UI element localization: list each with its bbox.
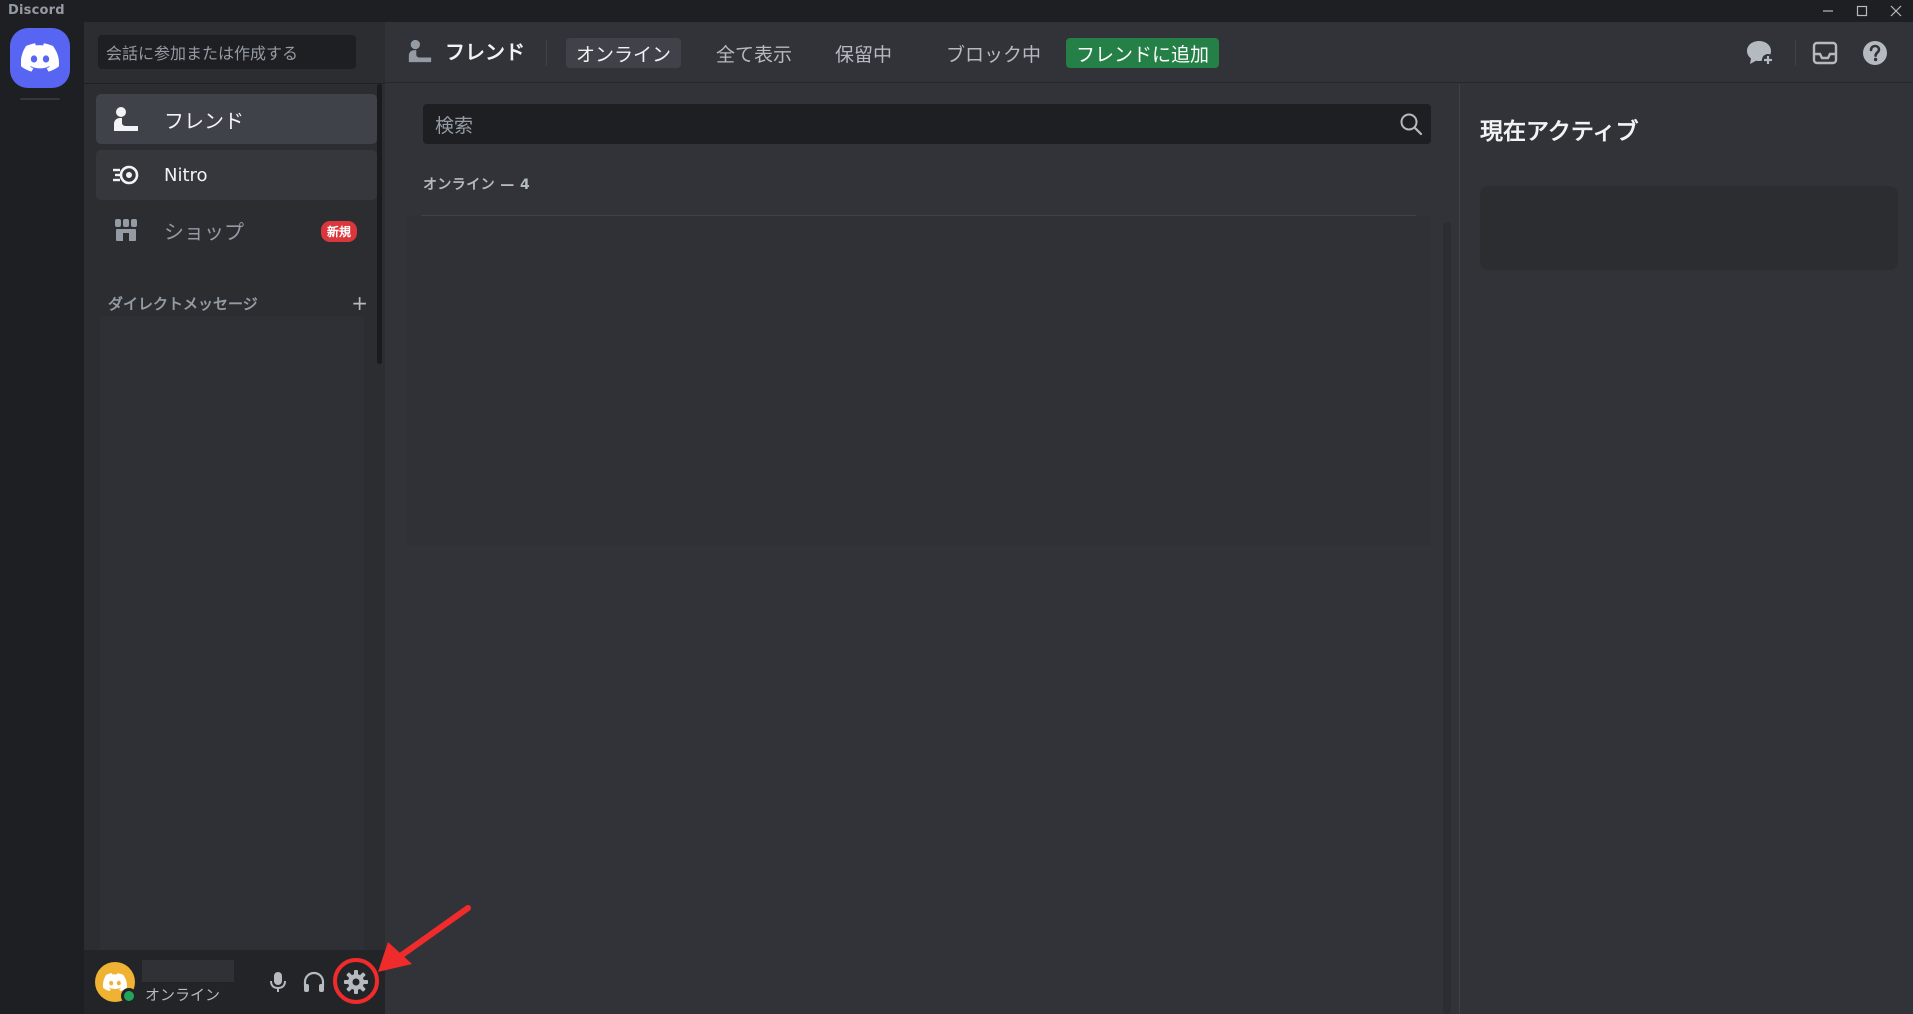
page-title-label: フレンド	[445, 40, 525, 64]
help-icon[interactable]	[1860, 38, 1890, 68]
home-button[interactable]	[10, 28, 70, 88]
server-rail	[0, 22, 84, 1014]
minimize-icon[interactable]	[1810, 0, 1846, 22]
nitro-icon	[112, 161, 140, 189]
tab-online[interactable]: オンライン	[566, 38, 682, 68]
user-panel: オンライン	[84, 950, 385, 1014]
tab-all[interactable]: 全て表示	[706, 38, 802, 68]
username-redacted	[142, 960, 234, 982]
friends-icon	[407, 38, 433, 64]
title-bar: Discord	[0, 0, 1913, 22]
active-now-card	[1480, 186, 1898, 270]
friends-scrollbar[interactable]	[1443, 222, 1451, 1014]
tab-blocked[interactable]: ブロック中	[936, 38, 1051, 68]
red-arrow-annotation	[378, 905, 471, 972]
user-status: オンライン	[145, 986, 221, 1004]
friends-search-placeholder: 検索	[435, 114, 474, 137]
page-title: フレンド	[407, 36, 525, 65]
main-content: フレンド オンライン 全て表示 保留中 ブロック中 フレンドに追加 検索 オンラ…	[385, 22, 1913, 1014]
active-now-panel: 現在アクティブ	[1459, 84, 1913, 1014]
active-now-title: 現在アクティブ	[1480, 119, 1639, 145]
new-badge: 新規	[320, 221, 357, 242]
conversation-search-button[interactable]: 会話に参加または作成する	[98, 35, 356, 69]
dm-header-label: ダイレクトメッセージ	[108, 294, 258, 313]
shop-icon	[112, 216, 140, 244]
conversation-search-placeholder: 会話に参加または作成する	[106, 44, 299, 63]
close-icon[interactable]	[1878, 0, 1913, 22]
friends-list	[407, 216, 1431, 546]
app-title: Discord	[8, 3, 65, 18]
sidebar-item-label: ショップ	[164, 219, 244, 244]
new-group-dm-icon[interactable]	[1745, 38, 1775, 68]
discord-logo-icon	[21, 43, 59, 72]
dm-header: ダイレクトメッセージ +	[108, 291, 368, 315]
sidebar-scrollbar[interactable]	[377, 84, 382, 364]
online-status-dot	[121, 988, 137, 1004]
maximize-icon[interactable]	[1844, 0, 1880, 22]
friends-search-input[interactable]: 検索	[423, 104, 1431, 144]
sidebar-item-shop[interactable]: ショップ 新規	[96, 205, 377, 255]
header-icon-separator	[1795, 40, 1796, 66]
headphones-icon[interactable]	[298, 966, 330, 998]
rail-separator	[20, 98, 60, 100]
add-dm-button[interactable]: +	[351, 291, 368, 315]
search-icon	[1399, 112, 1423, 141]
header-divider	[546, 40, 547, 66]
dm-list	[100, 316, 364, 971]
sidebar-item-friends[interactable]: フレンド	[96, 94, 377, 144]
sidebar-divider	[84, 83, 385, 84]
channel-sidebar: 会話に参加または作成する フレンド Nitro ショップ 新規 ダイレクトメッセ…	[84, 22, 385, 1014]
microphone-icon[interactable]	[262, 966, 294, 998]
friends-icon	[112, 105, 140, 133]
tab-pending[interactable]: 保留中	[825, 38, 902, 68]
sidebar-item-label: Nitro	[164, 164, 208, 186]
add-friend-button[interactable]: フレンドに追加	[1066, 38, 1220, 68]
online-count: オンライン — 4	[423, 177, 531, 193]
friends-header: フレンド オンライン 全て表示 保留中 ブロック中 フレンドに追加	[385, 22, 1913, 83]
sidebar-item-label: フレンド	[164, 108, 244, 133]
inbox-icon[interactable]	[1810, 38, 1840, 68]
sidebar-item-nitro[interactable]: Nitro	[96, 150, 377, 200]
